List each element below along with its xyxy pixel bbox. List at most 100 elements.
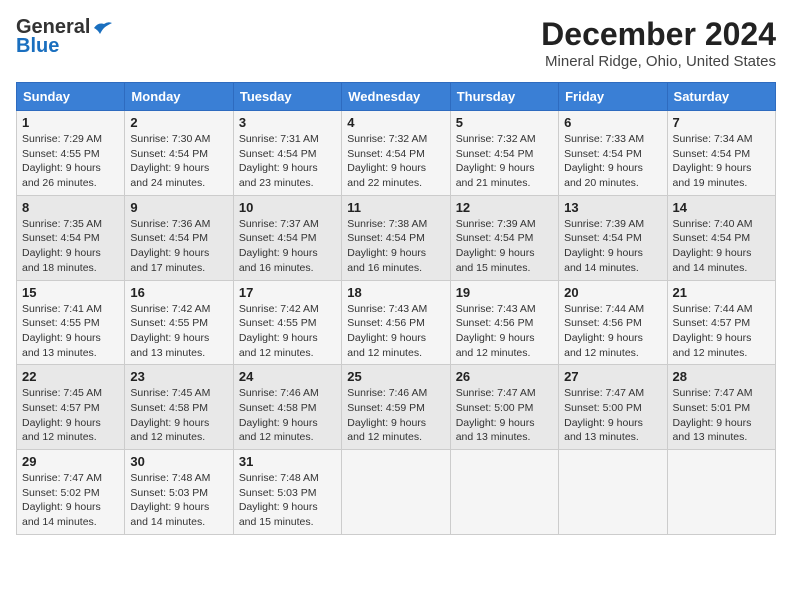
day-number: 17 [239,285,336,300]
calendar-week-row: 8 Sunrise: 7:35 AMSunset: 4:54 PMDaylight… [17,195,776,280]
day-number: 1 [22,115,119,130]
day-number: 23 [130,369,227,384]
day-info: Sunrise: 7:44 AMSunset: 4:57 PMDaylight:… [673,302,770,361]
calendar-week-row: 29 Sunrise: 7:47 AMSunset: 5:02 PMDayligh… [17,450,776,535]
day-info: Sunrise: 7:40 AMSunset: 4:54 PMDaylight:… [673,217,770,276]
calendar-header-monday: Monday [125,83,233,111]
day-number: 20 [564,285,661,300]
day-info: Sunrise: 7:36 AMSunset: 4:54 PMDaylight:… [130,217,227,276]
day-info: Sunrise: 7:32 AMSunset: 4:54 PMDaylight:… [347,132,444,191]
calendar-cell: 29 Sunrise: 7:47 AMSunset: 5:02 PMDayligh… [17,450,125,535]
day-number: 3 [239,115,336,130]
calendar-cell: 30Sunrise: 7:48 AMSunset: 5:03 PMDayligh… [125,450,233,535]
calendar-cell: 23 Sunrise: 7:45 AMSunset: 4:58 PMDayligh… [125,365,233,450]
calendar-header-tuesday: Tuesday [233,83,341,111]
page-title: December 2024 [541,16,776,53]
day-info: Sunrise: 7:47 AMSunset: 5:02 PMDaylight:… [22,471,119,530]
calendar-cell: 15Sunrise: 7:41 AMSunset: 4:55 PMDayligh… [17,280,125,365]
day-info: Sunrise: 7:34 AMSunset: 4:54 PMDaylight:… [673,132,770,191]
calendar-header-saturday: Saturday [667,83,775,111]
calendar-header-row: SundayMondayTuesdayWednesdayThursdayFrid… [17,83,776,111]
calendar-header-sunday: Sunday [17,83,125,111]
day-number: 18 [347,285,444,300]
calendar-cell: 19Sunrise: 7:43 AMSunset: 4:56 PMDayligh… [450,280,558,365]
day-info: Sunrise: 7:47 AMSunset: 5:00 PMDaylight:… [564,386,661,445]
day-info: Sunrise: 7:46 AMSunset: 4:59 PMDaylight:… [347,386,444,445]
day-number: 10 [239,200,336,215]
calendar-cell: 22Sunrise: 7:45 AMSunset: 4:57 PMDayligh… [17,365,125,450]
calendar-cell: 17 Sunrise: 7:42 AMSunset: 4:55 PMDayligh… [233,280,341,365]
calendar-cell [667,450,775,535]
calendar-cell: 18 Sunrise: 7:43 AMSunset: 4:56 PMDayligh… [342,280,450,365]
calendar-header-thursday: Thursday [450,83,558,111]
day-number: 13 [564,200,661,215]
day-number: 28 [673,369,770,384]
title-area: December 2024 Mineral Ridge, Ohio, Unite… [541,16,776,70]
day-info: Sunrise: 7:32 AMSunset: 4:54 PMDaylight:… [456,132,553,191]
calendar-cell: 28Sunrise: 7:47 AMSunset: 5:01 PMDayligh… [667,365,775,450]
day-info: Sunrise: 7:38 AMSunset: 4:54 PMDaylight:… [347,217,444,276]
calendar-cell: 2Sunrise: 7:30 AMSunset: 4:54 PMDaylight… [125,111,233,196]
calendar-week-row: 22Sunrise: 7:45 AMSunset: 4:57 PMDayligh… [17,365,776,450]
calendar-table: SundayMondayTuesdayWednesdayThursdayFrid… [16,82,776,535]
day-info: Sunrise: 7:33 AMSunset: 4:54 PMDaylight:… [564,132,661,191]
day-number: 4 [347,115,444,130]
day-number: 31 [239,454,336,469]
day-info: Sunrise: 7:45 AMSunset: 4:58 PMDaylight:… [130,386,227,445]
calendar-cell [342,450,450,535]
day-number: 5 [456,115,553,130]
calendar-cell [450,450,558,535]
calendar-cell: 6 Sunrise: 7:33 AMSunset: 4:54 PMDaylight… [559,111,667,196]
calendar-cell: 16Sunrise: 7:42 AMSunset: 4:55 PMDayligh… [125,280,233,365]
calendar-cell: 3 Sunrise: 7:31 AMSunset: 4:54 PMDaylight… [233,111,341,196]
calendar-cell: 20 Sunrise: 7:44 AMSunset: 4:56 PMDayligh… [559,280,667,365]
calendar-cell: 25 Sunrise: 7:46 AMSunset: 4:59 PMDayligh… [342,365,450,450]
day-info: Sunrise: 7:48 AMSunset: 5:03 PMDaylight:… [239,471,336,530]
page-subtitle: Mineral Ridge, Ohio, United States [541,53,776,70]
logo: General Blue [16,16,114,58]
calendar-cell: 12 Sunrise: 7:39 AMSunset: 4:54 PMDayligh… [450,195,558,280]
day-info: Sunrise: 7:30 AMSunset: 4:54 PMDaylight:… [130,132,227,191]
day-number: 21 [673,285,770,300]
day-number: 30 [130,454,227,469]
day-info: Sunrise: 7:42 AMSunset: 4:55 PMDaylight:… [239,302,336,361]
day-info: Sunrise: 7:47 AMSunset: 5:00 PMDaylight:… [456,386,553,445]
day-info: Sunrise: 7:46 AMSunset: 4:58 PMDaylight:… [239,386,336,445]
day-info: Sunrise: 7:37 AMSunset: 4:54 PMDaylight:… [239,217,336,276]
day-number: 24 [239,369,336,384]
calendar-cell: 7 Sunrise: 7:34 AMSunset: 4:54 PMDaylight… [667,111,775,196]
day-number: 25 [347,369,444,384]
day-info: Sunrise: 7:43 AMSunset: 4:56 PMDaylight:… [347,302,444,361]
calendar-header-friday: Friday [559,83,667,111]
day-info: Sunrise: 7:39 AMSunset: 4:54 PMDaylight:… [456,217,553,276]
day-info: Sunrise: 7:35 AMSunset: 4:54 PMDaylight:… [22,217,119,276]
day-number: 6 [564,115,661,130]
calendar-cell: 11 Sunrise: 7:38 AMSunset: 4:54 PMDayligh… [342,195,450,280]
day-number: 14 [673,200,770,215]
calendar-cell: 5 Sunrise: 7:32 AMSunset: 4:54 PMDaylight… [450,111,558,196]
calendar-cell: 10 Sunrise: 7:37 AMSunset: 4:54 PMDayligh… [233,195,341,280]
day-number: 15 [22,285,119,300]
calendar-body: 1Sunrise: 7:29 AMSunset: 4:55 PMDaylight… [17,111,776,535]
day-number: 29 [22,454,119,469]
calendar-cell [559,450,667,535]
calendar-cell: 8 Sunrise: 7:35 AMSunset: 4:54 PMDaylight… [17,195,125,280]
calendar-cell: 31 Sunrise: 7:48 AMSunset: 5:03 PMDayligh… [233,450,341,535]
day-number: 8 [22,200,119,215]
day-info: Sunrise: 7:44 AMSunset: 4:56 PMDaylight:… [564,302,661,361]
logo-bird-icon [92,20,114,36]
day-number: 16 [130,285,227,300]
day-number: 9 [130,200,227,215]
calendar-cell: 21 Sunrise: 7:44 AMSunset: 4:57 PMDayligh… [667,280,775,365]
calendar-cell: 27 Sunrise: 7:47 AMSunset: 5:00 PMDayligh… [559,365,667,450]
calendar-week-row: 1Sunrise: 7:29 AMSunset: 4:55 PMDaylight… [17,111,776,196]
calendar-cell: 1Sunrise: 7:29 AMSunset: 4:55 PMDaylight… [17,111,125,196]
calendar-cell: 24 Sunrise: 7:46 AMSunset: 4:58 PMDayligh… [233,365,341,450]
day-info: Sunrise: 7:31 AMSunset: 4:54 PMDaylight:… [239,132,336,191]
day-number: 12 [456,200,553,215]
day-number: 19 [456,285,553,300]
day-number: 27 [564,369,661,384]
day-number: 11 [347,200,444,215]
day-number: 7 [673,115,770,130]
calendar-cell: 9 Sunrise: 7:36 AMSunset: 4:54 PMDaylight… [125,195,233,280]
